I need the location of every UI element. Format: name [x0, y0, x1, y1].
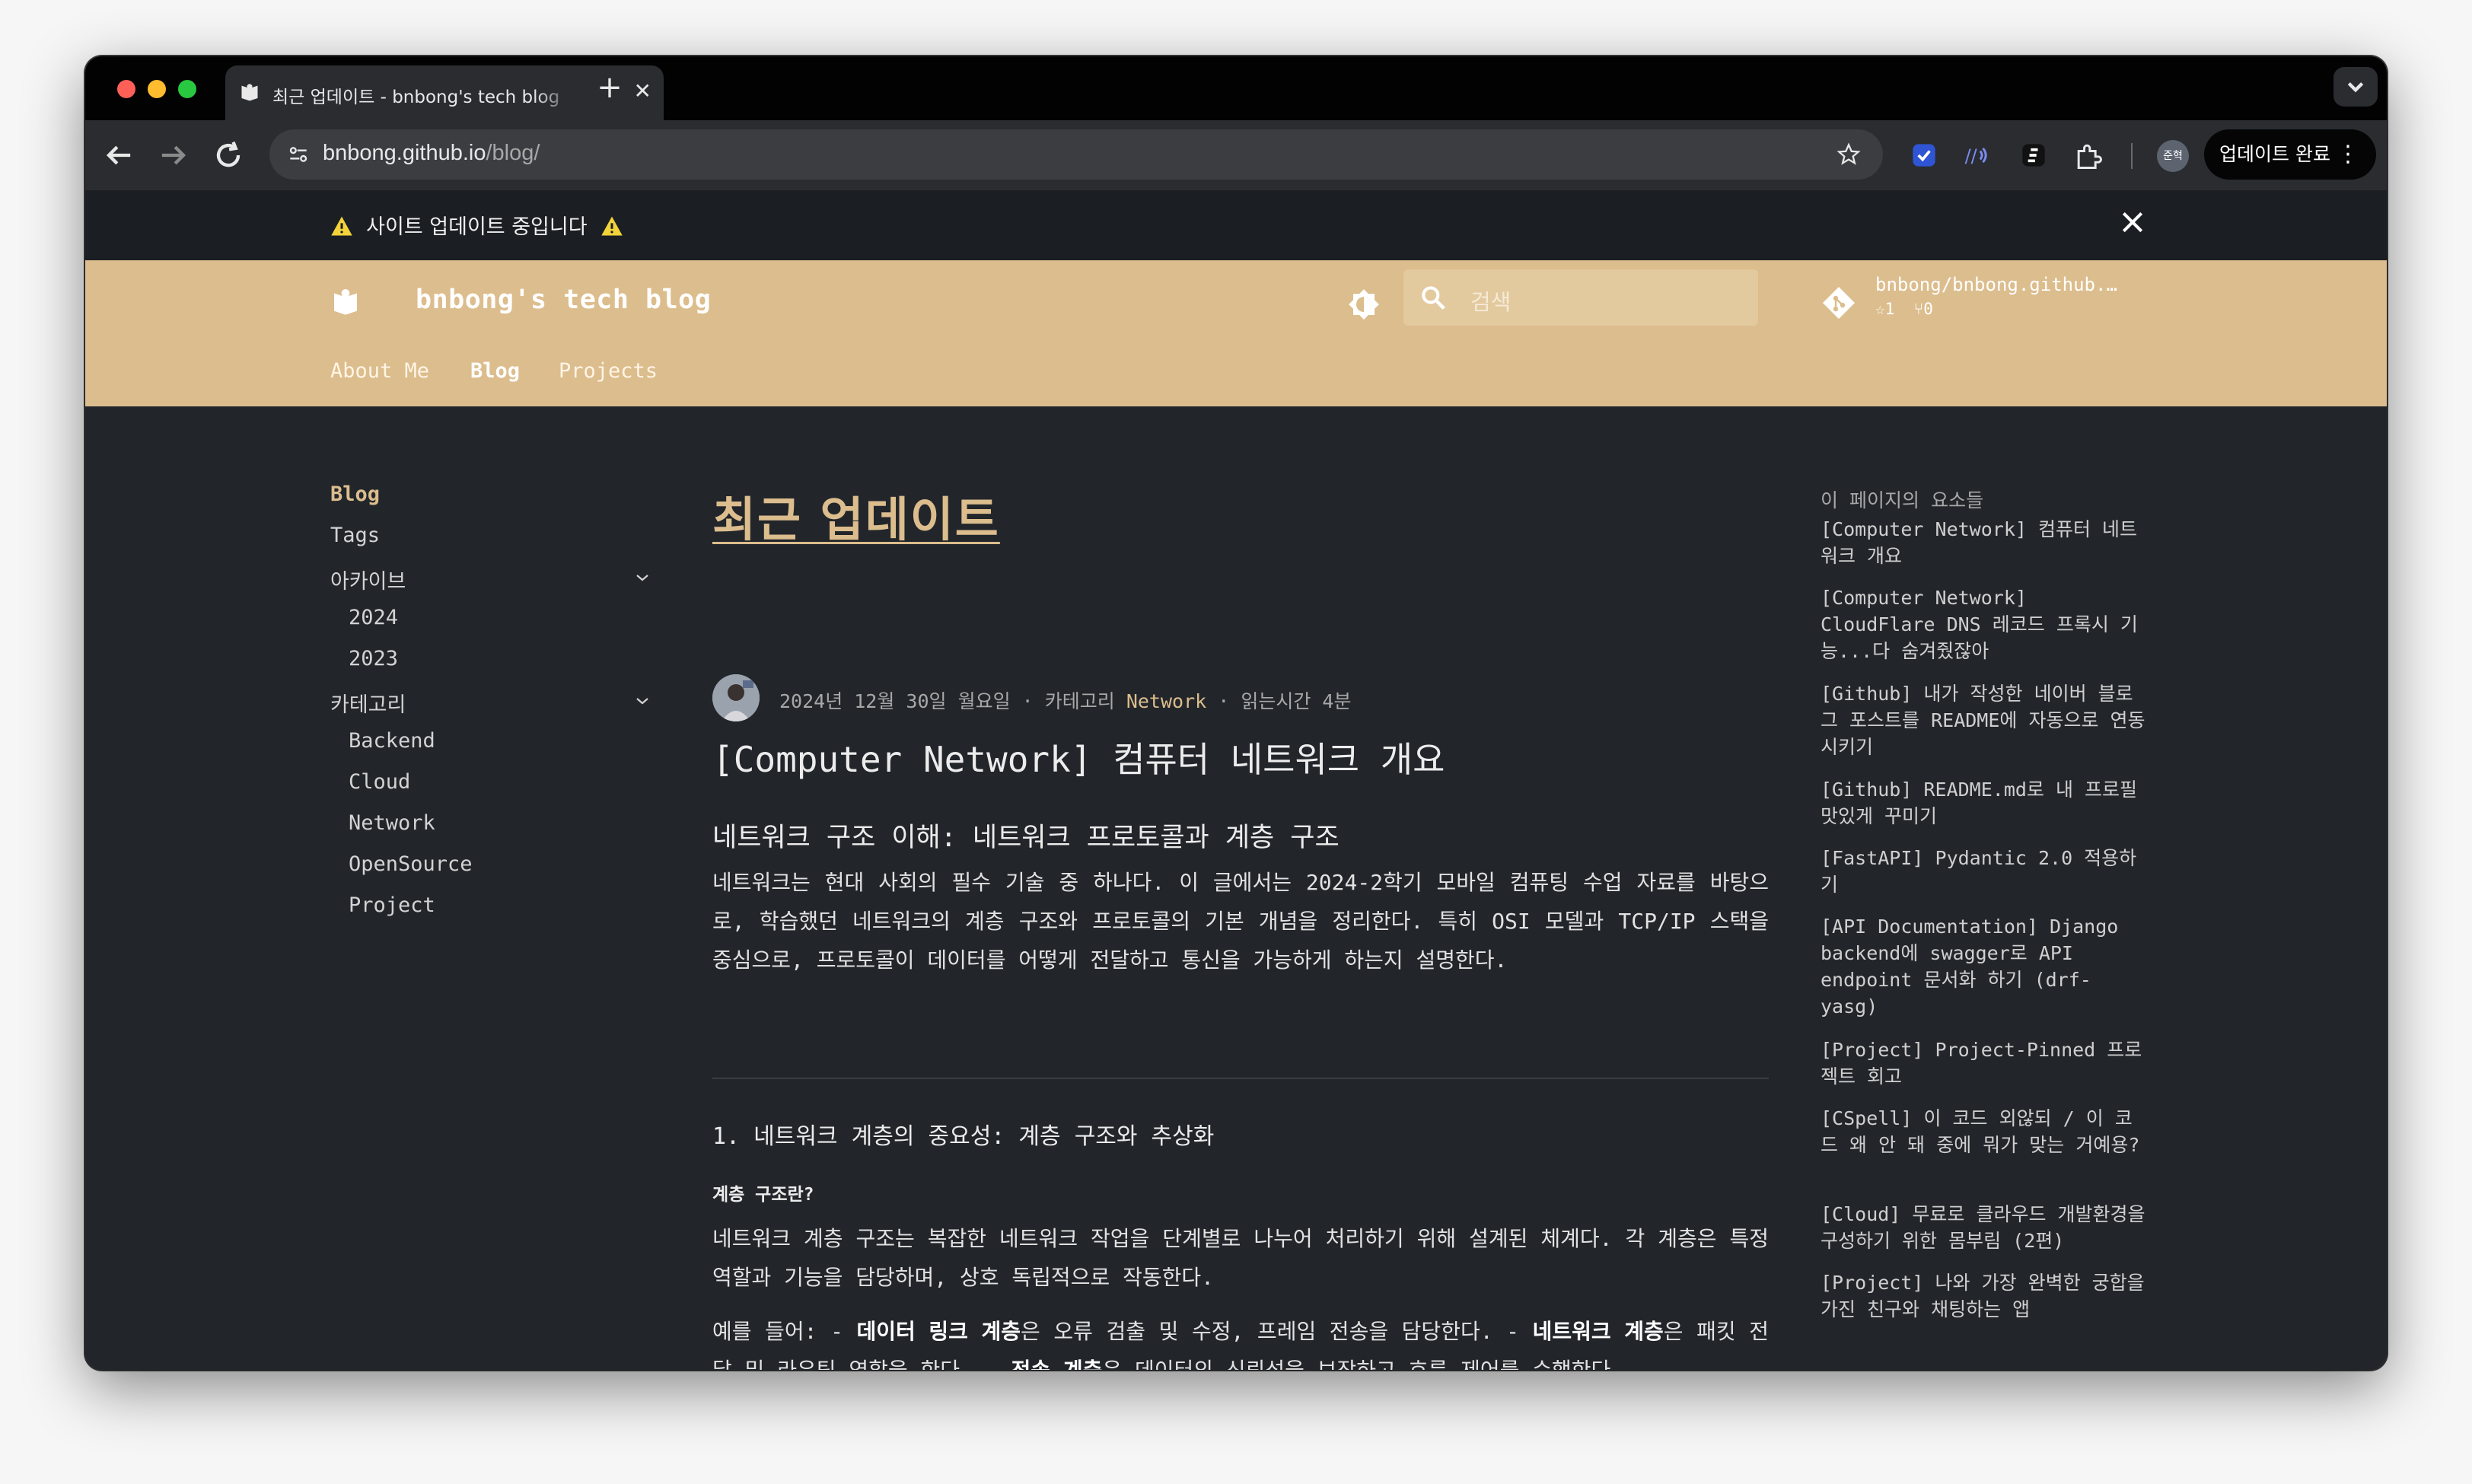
sidebar-item-cloud[interactable]: Cloud — [349, 770, 410, 794]
sidebar-item-backend[interactable]: Backend — [349, 729, 435, 753]
back-arrow-icon[interactable] — [99, 135, 139, 175]
search-input[interactable]: 검색 — [1403, 269, 1758, 326]
svg-text://: // — [1965, 145, 1978, 167]
toc-item[interactable]: [Project] 나와 가장 완벽한 궁합을 가진 친구와 채팅하는 앱 — [1821, 1269, 2148, 1323]
tab-title: 최근 업데이트 - bnbong's tech blog — [272, 88, 560, 107]
extension-speech-icon[interactable]: // — [1962, 139, 1996, 172]
toc-item[interactable]: [FastAPI] Pydantic 2.0 적용하기 — [1821, 845, 2148, 898]
post-read-time: · 읽는시간 4분 — [1218, 690, 1352, 712]
site-header: bnbong's tech blog 검색 bnbong/bnbong.gith… — [85, 260, 2387, 406]
nav-projects[interactable]: Projects — [559, 359, 658, 383]
section-subheading: 계층 구조란? — [712, 1185, 814, 1205]
sidebar-item-archive[interactable]: 아카이브 — [330, 565, 406, 594]
profile-avatar[interactable]: 준혁 — [2157, 140, 2189, 172]
chevron-down-icon[interactable] — [635, 572, 650, 583]
browser-toolbar: bnbong.github.io/blog/ // 준혁 업데이트 완료 ⋮ — [85, 120, 2387, 190]
post-intro: 네트워크는 현대 사회의 필수 기술 중 하나다. 이 글에서는 2024-2학… — [712, 870, 1769, 973]
section-paragraph: 네트워크 계층 구조는 복잡한 네트워크 작업을 단계별로 나누어 처리하기 위… — [712, 1226, 1769, 1290]
toolbar-divider — [2131, 143, 2133, 169]
sidebar-item-2024[interactable]: 2024 — [349, 606, 398, 629]
warning-icon — [331, 216, 352, 236]
toc-item[interactable]: [API Documentation] Django backend에 swag… — [1821, 913, 2148, 1020]
warning-icon — [601, 216, 623, 236]
nav-about-me[interactable]: About Me — [330, 359, 429, 383]
page-title[interactable]: 최근 업데이트 — [712, 481, 1000, 549]
site-title[interactable]: bnbong's tech blog — [416, 285, 711, 315]
search-placeholder: 검색 — [1470, 289, 1512, 315]
extension-check-icon[interactable] — [1907, 139, 1941, 172]
book-favicon-icon — [241, 84, 258, 101]
sidebar-item-blog[interactable]: Blog — [330, 482, 380, 506]
section-heading: 1. 네트워크 계층의 중요성: 계층 구조와 추상화 — [712, 1123, 1215, 1150]
extensions-puzzle-icon[interactable] — [2072, 139, 2105, 172]
maximize-window-button[interactable] — [178, 80, 196, 98]
divider — [712, 1078, 1769, 1079]
repo-link[interactable]: bnbong/bnbong.github.io — [1875, 274, 2126, 295]
post-title[interactable]: [Computer Network] 컴퓨터 네트워크 개요 — [712, 732, 1445, 782]
minimize-window-button[interactable] — [148, 80, 166, 98]
toc-item[interactable]: [Github] README.md로 내 프로필 맛있게 꾸미기 — [1821, 776, 2148, 830]
nav-blog[interactable]: Blog — [470, 359, 520, 383]
address-bar[interactable]: bnbong.github.io/blog/ — [269, 129, 1883, 180]
site-settings-icon[interactable] — [286, 142, 311, 167]
browser-window: 최근 업데이트 - bnbong's tech blog ✕ + bnbong.… — [85, 56, 2387, 1370]
url-text: bnbong.github.io/blog/ — [323, 141, 540, 165]
post-category-link[interactable]: Network — [1126, 690, 1206, 712]
theme-toggle-icon[interactable] — [1346, 286, 1382, 323]
tab-bar: 최근 업데이트 - bnbong's tech blog ✕ + — [85, 56, 2387, 120]
browser-update-button[interactable]: 업데이트 완료 ⋮ — [2204, 129, 2376, 180]
announcement-text: 사이트 업데이트 중입니다 — [330, 210, 623, 240]
fork-icon: ⑂ — [1913, 300, 1924, 318]
git-repo-icon[interactable] — [1821, 285, 1857, 321]
sidebar-item-category[interactable]: 카테고리 — [330, 688, 406, 718]
page-content: Blog Tags 아카이브 2024 2023 카테고리 Backend Cl… — [85, 406, 2387, 1370]
toc-item[interactable]: [Computer Network] 컴퓨터 네트워크 개요 — [1821, 516, 2148, 569]
toc-item[interactable]: [Computer Network] CloudFlare DNS 레코드 프록… — [1821, 584, 2148, 664]
close-announcement-icon[interactable] — [2117, 207, 2148, 237]
new-tab-button[interactable]: + — [591, 68, 629, 107]
post-meta: 2024년 12월 30일 월요일 · 카테고리 Network · 읽는시간 … — [779, 686, 1351, 714]
sidebar-item-tags[interactable]: Tags — [330, 524, 380, 547]
author-avatar — [712, 674, 760, 721]
chevron-down-icon[interactable] — [635, 696, 650, 706]
sidebar-item-project[interactable]: Project — [349, 893, 435, 917]
tab-close-icon[interactable]: ✕ — [634, 81, 651, 102]
bookmark-star-icon[interactable] — [1836, 142, 1862, 167]
book-logo-icon[interactable] — [330, 286, 361, 318]
post-date: 2024년 12월 30일 월요일 — [779, 690, 1011, 712]
toc-item[interactable]: [CSpell] 이 코드 외않되 / 이 코드 왜 안 돼 중에 뭐가 맞는 … — [1821, 1105, 2148, 1158]
sidebar-item-opensource[interactable]: OpenSource — [349, 852, 473, 876]
tab-search-button[interactable] — [2333, 67, 2378, 107]
chevron-down-icon — [2347, 82, 2364, 93]
more-menu-icon: ⋮ — [2337, 141, 2359, 167]
toc-item[interactable]: [Cloud] 무료로 클라우드 개발환경을 구성하기 위한 몸부림 (2편) — [1821, 1201, 2148, 1254]
reload-icon[interactable] — [209, 135, 248, 175]
sidebar-item-2023[interactable]: 2023 — [349, 647, 398, 670]
close-window-button[interactable] — [117, 80, 135, 98]
repo-stats: ☆1 ⑂0 — [1875, 300, 1933, 318]
post-category-prefix: · 카테고리 — [1021, 690, 1115, 712]
forward-arrow-icon[interactable] — [154, 135, 193, 175]
sidebar-item-network[interactable]: Network — [349, 811, 435, 835]
search-icon — [1422, 286, 1445, 310]
toc-heading: 이 페이지의 요소들 — [1821, 489, 1984, 511]
post-subtitle: 네트워크 구조 이해: 네트워크 프로토콜과 계층 구조 — [712, 823, 1340, 853]
section-example: 예를 들어: - 데이터 링크 계층은 오류 검출 및 수정, 프레임 전송을 … — [712, 1319, 1770, 1370]
extension-black-icon[interactable] — [2017, 139, 2050, 172]
star-icon: ☆ — [1875, 300, 1885, 318]
toc-item[interactable]: [Project] Project-Pinned 프로젝트 회고 — [1821, 1037, 2148, 1090]
toc-item[interactable]: [Github] 내가 작성한 네이버 블로그 포스트를 README에 자동으… — [1821, 680, 2148, 760]
announcement-bar: 사이트 업데이트 중입니다 — [85, 190, 2387, 260]
